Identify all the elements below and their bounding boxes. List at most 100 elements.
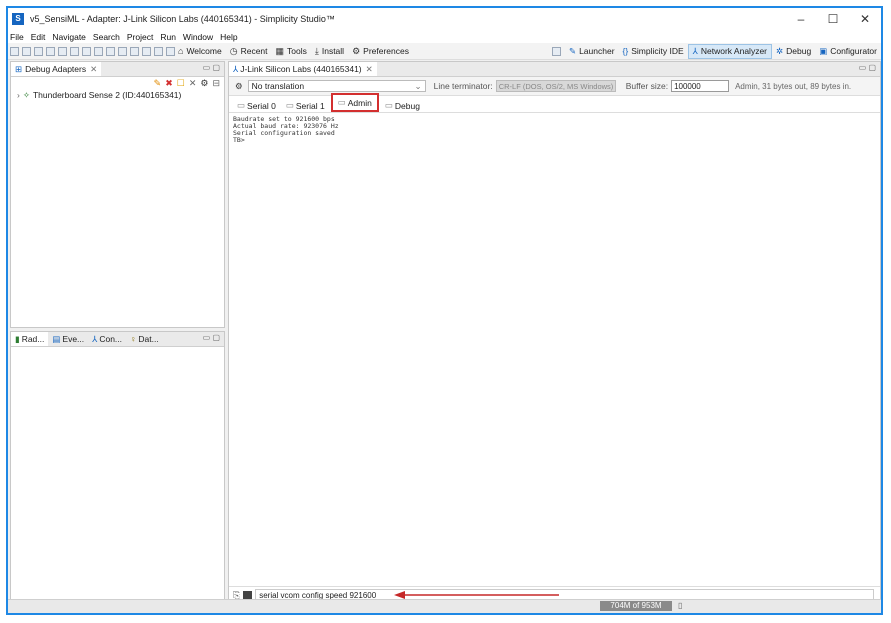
- tab-events[interactable]: ▤ Eve...: [48, 332, 88, 346]
- settings-icon[interactable]: [166, 46, 175, 56]
- disconnect-icon[interactable]: ✖: [165, 78, 173, 89]
- save-icon[interactable]: [22, 46, 31, 56]
- open-console-icon[interactable]: [142, 46, 151, 56]
- debug-tab-icon: ▭: [384, 100, 393, 110]
- tab-events-label: Eve...: [62, 334, 85, 344]
- debug-adapters-toolbar: ✎ ✖ ☐ ✕ ⚙ ⊟: [11, 77, 224, 89]
- open-perspective-icon[interactable]: [551, 46, 561, 56]
- tab-radio-label: Rad...: [21, 334, 45, 344]
- console-tab[interactable]: ⅄ J-Link Silicon Labs (440165341) ✕: [229, 62, 377, 76]
- tab-admin-label: Admin: [347, 97, 372, 108]
- tab-data[interactable]: ♀ Dat...: [126, 332, 163, 346]
- chevron-down-icon: ⌄: [414, 80, 422, 91]
- remove-icon[interactable]: ✕: [189, 78, 197, 89]
- perspective-debug[interactable]: ✲ Debug: [772, 45, 815, 58]
- menu-navigate[interactable]: Navigate: [52, 32, 86, 42]
- buffer-size-input[interactable]: 100000: [671, 80, 730, 92]
- terminal-icon[interactable]: [130, 46, 139, 56]
- console-minmax-icon[interactable]: ▭ ▢: [859, 63, 876, 72]
- line-terminator-select[interactable]: CR-LF (DOS, OS/2, MS Windows): [495, 80, 616, 92]
- build-icon[interactable]: [46, 46, 55, 56]
- perspective-network-label: Network Analyzer: [700, 46, 767, 56]
- perspective-network-analyzer[interactable]: ⅄ Network Analyzer: [687, 43, 772, 59]
- tab-console[interactable]: ⅄ Con...: [88, 332, 126, 346]
- preferences-link[interactable]: ⚙ Preferences: [352, 46, 409, 57]
- console-subtabs: ▭ Serial 0 ▭ Serial 1 ▭ Admin ▭ Debug: [229, 93, 880, 113]
- menu-edit[interactable]: Edit: [31, 32, 46, 42]
- pencil-icon: ✎: [568, 45, 577, 56]
- expand-icon[interactable]: ›: [17, 90, 20, 100]
- menu-help[interactable]: Help: [220, 32, 237, 42]
- app-logo-icon: S: [12, 13, 24, 25]
- options-icon[interactable]: ⚙: [200, 78, 208, 89]
- forward-icon[interactable]: [118, 46, 127, 56]
- save-all-icon[interactable]: [34, 46, 43, 56]
- perspective-configurator-label: Configurator: [830, 46, 877, 56]
- toolbar-icon-group: [10, 46, 178, 56]
- search-icon[interactable]: [94, 46, 103, 56]
- perspective-launcher[interactable]: ✎ Launcher: [565, 45, 619, 58]
- install-link[interactable]: ⤓ Install: [315, 46, 344, 57]
- new-icon[interactable]: [10, 46, 19, 56]
- panel-minmax-icon[interactable]: ▭ ▢: [203, 63, 220, 72]
- panel-minmax-icon-2[interactable]: ▭ ▢: [203, 333, 220, 342]
- data-icon: ♀: [130, 334, 137, 344]
- collapse-icon[interactable]: ⊟: [212, 78, 220, 89]
- tab-debug[interactable]: ▭ Debug: [381, 99, 424, 112]
- recent-label: Recent: [240, 46, 268, 56]
- tool-icon[interactable]: [154, 46, 163, 56]
- menu-project[interactable]: Project: [127, 32, 153, 42]
- minimize-button[interactable]: –: [785, 8, 817, 30]
- console-tab-close-icon[interactable]: ✕: [366, 64, 373, 75]
- gc-icon[interactable]: ▯: [678, 601, 682, 610]
- debug-adapters-tabbar: ⊞ Debug Adapters ✕ ▭ ▢: [11, 62, 224, 77]
- perspective-launcher-label: Launcher: [579, 46, 615, 56]
- run-icon[interactable]: [82, 46, 91, 56]
- grid-icon: ▦: [275, 45, 285, 56]
- menu-file[interactable]: File: [10, 32, 24, 42]
- connect-icon[interactable]: ☐: [177, 78, 185, 89]
- perspective-simplicity-ide[interactable]: {} Simplicity IDE: [619, 45, 688, 57]
- menu-search[interactable]: Search: [93, 32, 120, 42]
- tab-admin[interactable]: ▭ Admin: [330, 93, 379, 112]
- bug-icon: ✲: [776, 45, 784, 56]
- debug-icon[interactable]: [58, 46, 67, 56]
- console-status: Admin, 31 bytes out, 89 bytes in.: [735, 81, 852, 91]
- tab-radio[interactable]: ▮ Rad...: [11, 332, 49, 346]
- install-label: Install: [321, 46, 345, 56]
- bottom-left-panel: ▮ Rad... ▤ Eve... ⅄ Con... ♀ Dat... ▭ ▢: [10, 331, 225, 604]
- tab-serial-0[interactable]: ▭ Serial 0: [233, 99, 280, 112]
- device-tree-item[interactable]: › ✧ Thunderboard Sense 2 (ID:440165341): [11, 89, 224, 101]
- welcome-label: Welcome: [186, 46, 222, 56]
- tab-serial-1[interactable]: ▭ Serial 1: [282, 99, 329, 112]
- recent-link[interactable]: ◷ Recent: [230, 46, 268, 57]
- line-terminator-label: Line terminator:: [433, 81, 493, 91]
- chart-icon: ▮: [15, 333, 20, 344]
- welcome-link[interactable]: ⌂ Welcome: [178, 46, 222, 56]
- translation-select[interactable]: No translation ⌄: [247, 80, 426, 92]
- serial-icon-2: ▭: [285, 100, 294, 110]
- tools-label: Tools: [287, 46, 307, 56]
- menu-run[interactable]: Run: [160, 32, 176, 42]
- debug-adapters-tab[interactable]: ⊞ Debug Adapters ✕: [11, 62, 102, 76]
- tools-link[interactable]: ▦ Tools: [276, 46, 307, 57]
- maximize-button[interactable]: ☐: [817, 8, 849, 30]
- title-bar: S v5_SensiML - Adapter: J-Link Silicon L…: [8, 8, 881, 30]
- refresh-icon[interactable]: ✎: [154, 78, 162, 89]
- braces-icon: {}: [622, 46, 629, 56]
- window-controls: – ☐ ✕: [785, 8, 881, 30]
- flash-icon[interactable]: [70, 46, 79, 56]
- perspective-configurator[interactable]: ▣ Configurator: [815, 45, 881, 58]
- console-tab-label: J-Link Silicon Labs (440165341): [240, 64, 362, 74]
- adapter-icon: ⊞: [15, 63, 23, 74]
- back-icon[interactable]: [106, 46, 115, 56]
- app-window: S v5_SensiML - Adapter: J-Link Silicon L…: [6, 6, 883, 615]
- tab-data-label: Dat...: [138, 334, 159, 344]
- tab-close-icon[interactable]: ✕: [90, 64, 97, 75]
- menu-window[interactable]: Window: [183, 32, 213, 42]
- tab-serial-0-label: Serial 0: [247, 100, 276, 111]
- close-button[interactable]: ✕: [849, 8, 881, 30]
- heap-status[interactable]: 704M of 953M: [600, 601, 672, 611]
- home-icon: ⌂: [178, 46, 184, 56]
- network-icon: ⅄: [692, 45, 698, 56]
